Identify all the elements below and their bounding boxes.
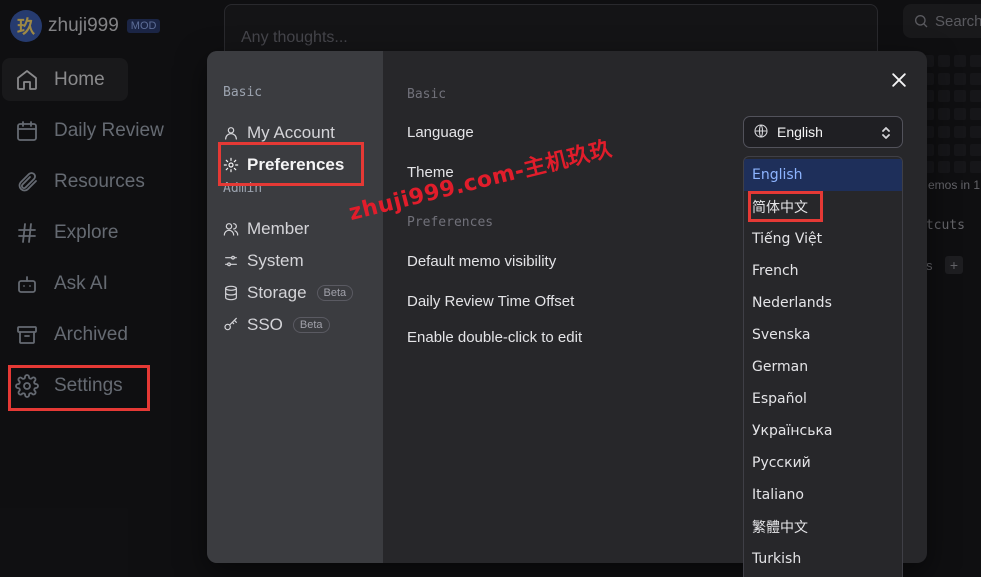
close-button[interactable] xyxy=(886,67,912,93)
sliders-icon xyxy=(225,255,237,267)
language-option-simplified-chinese[interactable]: 简体中文 xyxy=(744,191,902,223)
database-icon xyxy=(225,285,237,301)
settings-sidebar: Basic My Account Preferences Admin Membe… xyxy=(207,51,383,563)
language-select[interactable]: English xyxy=(743,116,903,148)
sidebar-item-member[interactable]: Member xyxy=(207,213,383,245)
language-option-traditional-chinese[interactable]: 繁體中文 xyxy=(744,511,902,543)
sidebar-item-label: Storage xyxy=(247,283,307,302)
language-select-value: English xyxy=(777,124,823,140)
double-click-edit-label: Enable double-click to edit xyxy=(407,329,583,346)
language-option-turkish[interactable]: Turkish xyxy=(744,543,902,575)
beta-badge: Beta xyxy=(292,317,330,333)
theme-label: Theme xyxy=(407,164,454,181)
globe-icon xyxy=(753,123,769,142)
users-icon xyxy=(223,223,239,236)
gear-icon xyxy=(223,157,239,173)
language-option-english[interactable]: English xyxy=(744,159,902,191)
sidebar-item-storage[interactable]: Storage Beta xyxy=(207,277,383,309)
chevron-up-down-icon xyxy=(880,125,892,144)
language-option-dutch[interactable]: Nederlands xyxy=(744,287,902,319)
language-option-french[interactable]: French xyxy=(744,255,902,287)
sidebar-item-preferences[interactable]: Preferences xyxy=(207,149,383,181)
daily-review-offset-label: Daily Review Time Offset xyxy=(407,293,575,310)
sidebar-heading-admin: Admin xyxy=(223,181,263,196)
language-option-italian[interactable]: Italiano xyxy=(744,479,902,511)
sidebar-item-label: Preferences xyxy=(247,155,345,174)
default-visibility-label: Default memo visibility xyxy=(407,253,557,270)
sidebar-item-label: My Account xyxy=(247,123,335,142)
sidebar-item-label: Member xyxy=(247,219,310,238)
language-option-russian[interactable]: Русский xyxy=(744,447,902,479)
sidebar-item-label: System xyxy=(247,251,304,270)
user-icon xyxy=(225,127,237,140)
key-icon xyxy=(224,317,237,331)
language-label: Language xyxy=(407,124,474,141)
section-heading-preferences: Preferences xyxy=(407,215,494,230)
language-option-ukrainian[interactable]: Українська xyxy=(744,415,902,447)
sidebar-item-sso[interactable]: SSO Beta xyxy=(207,309,383,341)
sidebar-item-my-account[interactable]: My Account xyxy=(207,117,383,149)
language-options-list: English 简体中文 Tiếng Việt French Nederland… xyxy=(743,156,903,577)
beta-badge: Beta xyxy=(316,285,354,301)
sidebar-item-label: SSO xyxy=(247,315,283,334)
language-option-german[interactable]: German xyxy=(744,351,902,383)
language-option-vietnamese[interactable]: Tiếng Việt xyxy=(744,223,902,255)
language-option-spanish[interactable]: Español xyxy=(744,383,902,415)
close-icon xyxy=(892,73,906,87)
sidebar-item-system[interactable]: System xyxy=(207,245,383,277)
sidebar-heading-basic: Basic xyxy=(223,85,263,100)
section-heading-basic: Basic xyxy=(407,87,447,102)
language-option-swedish[interactable]: Svenska xyxy=(744,319,902,351)
